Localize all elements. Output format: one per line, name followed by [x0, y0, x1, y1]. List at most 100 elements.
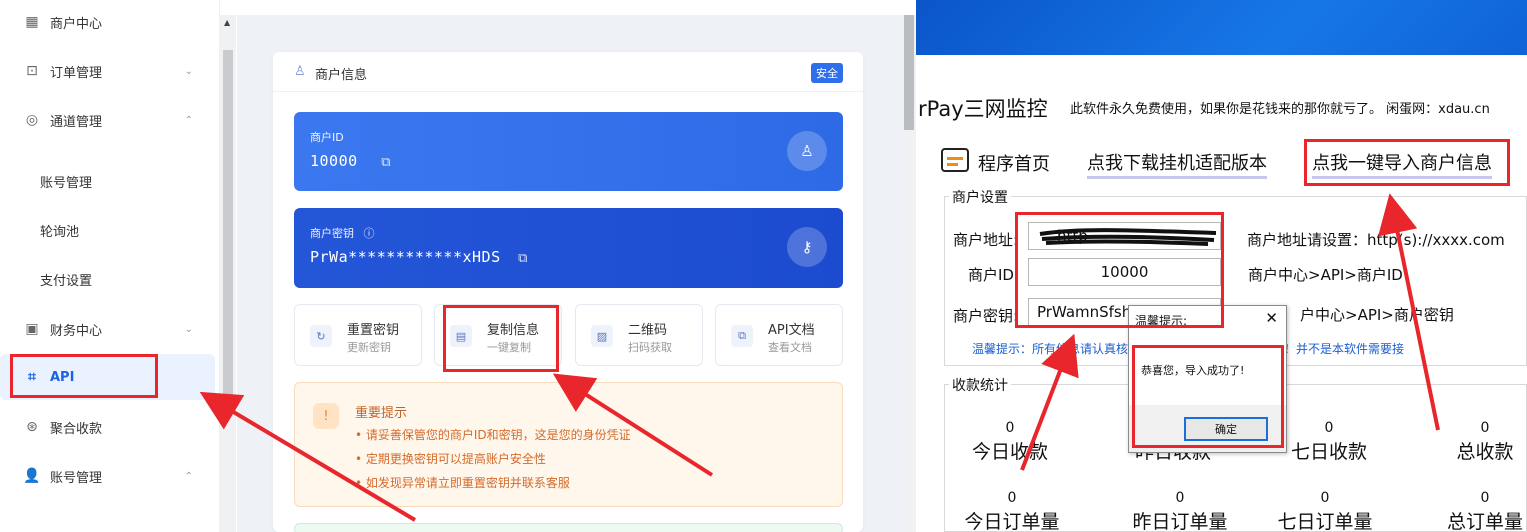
- scroll-up-icon[interactable]: ▲: [224, 18, 230, 27]
- chevron-up-icon: ⌃: [184, 470, 193, 482]
- user-icon: ♙: [294, 64, 306, 79]
- chevron-down-icon: ⌄: [184, 323, 193, 335]
- home-icon[interactable]: [941, 148, 969, 172]
- stat-label: 今日收款: [971, 441, 1048, 463]
- annotation-box-dialog: [1132, 345, 1284, 448]
- merchant-key-label: 商户密钥 ⓘ: [310, 225, 375, 241]
- action-label: API文档: [768, 323, 815, 338]
- content-scrollbar[interactable]: [902, 15, 916, 532]
- sidebar-item-label: 账号管理: [50, 470, 103, 486]
- hint-id: 商户中心>API>商户ID: [1248, 266, 1403, 284]
- sidebar-item-channels[interactable]: ◎ 通道管理 ⌃: [0, 98, 215, 142]
- image-icon: ▨: [591, 325, 613, 347]
- hint-addr: 商户地址请设置：http(s)://xxxx.com: [1247, 231, 1505, 249]
- stat-value: 0: [1005, 420, 1015, 436]
- api-docs-button[interactable]: ⧉ API文档 查看文档: [715, 304, 843, 366]
- bag-icon: ⊡: [26, 63, 38, 79]
- app-title: rPay三网监控: [918, 97, 1048, 121]
- download-link[interactable]: 点我下载挂机适配版本: [1087, 149, 1267, 179]
- channel-icon: ◎: [25, 112, 39, 128]
- group-label: 商户设置: [949, 187, 1011, 207]
- stat-week-orders: 0 七日订单量: [1270, 490, 1380, 532]
- sidebar-item-orders[interactable]: ⊡ 订单管理 ⌄: [0, 49, 215, 93]
- admin-sidebar: ▦ 商户中心 ⊡ 订单管理 ⌄ ◎ 通道管理 ⌃ 账号管理 轮询池 支付设置 ▣…: [0, 0, 220, 532]
- action-label: 二维码: [628, 323, 668, 338]
- sidebar-item-label: 财务中心: [50, 323, 103, 339]
- stat-total-income: 0 总收款: [1430, 420, 1527, 464]
- nav-home[interactable]: 程序首页: [978, 150, 1050, 176]
- merchant-key-label-text: 商户密钥: [310, 227, 354, 240]
- stat-value: 0: [1480, 420, 1490, 436]
- tip-title: 重要提示: [355, 406, 408, 421]
- sidebar-scrollbar[interactable]: ▲: [220, 15, 236, 532]
- merchant-key-value: PrWa************xHDS ⧉: [310, 248, 528, 266]
- merchant-id-box: 商户ID 10000 ⧉ ♙: [294, 112, 843, 191]
- tip-line: • 定期更换密钥可以提高账户安全性: [355, 452, 546, 466]
- stat-value: 0: [1324, 420, 1334, 436]
- key-icon: ⚷: [787, 227, 827, 267]
- top-strip: [220, 0, 916, 15]
- info-icon[interactable]: ⓘ: [364, 227, 375, 240]
- stat-label: 总收款: [1456, 441, 1514, 463]
- annotation-box-api: [10, 354, 158, 398]
- sidebar-item-finance[interactable]: ▣ 财务中心 ⌄: [0, 307, 215, 351]
- merchant-key-box: 商户密钥 ⓘ PrWa************xHDS ⧉ ⚷: [294, 208, 843, 288]
- sidebar-item-label: 商户中心: [50, 16, 103, 32]
- reset-key-button[interactable]: ↻ 重置密钥 更新密钥: [294, 304, 422, 366]
- status-badge: 安全: [811, 63, 843, 83]
- warning-icon: !: [313, 403, 339, 429]
- stat-value: 0: [1480, 490, 1490, 506]
- annotation-box-fields: [1015, 212, 1224, 328]
- hint-key: 户中心>API>商户密钥: [1300, 306, 1454, 324]
- stat-week-income: 0 七日收款: [1274, 420, 1384, 464]
- stat-value: 0: [1007, 490, 1017, 506]
- stat-total-orders: 0 总订单量: [1430, 490, 1527, 532]
- next-card-edge: [294, 523, 843, 532]
- merchant-id-value: 10000 ⧉: [310, 152, 391, 170]
- sidebar-sub-accounts[interactable]: 账号管理: [40, 172, 92, 191]
- stat-label: 今日订单量: [964, 511, 1060, 532]
- copy-icon[interactable]: ⧉: [518, 251, 528, 266]
- docs-icon: ⧉: [731, 325, 753, 347]
- stat-value: 0: [1320, 490, 1330, 506]
- tip-line: • 如发现异常请立即重置密钥并联系客服: [355, 476, 570, 490]
- merchant-id-text: 10000: [310, 152, 358, 170]
- close-icon[interactable]: ✕: [1265, 309, 1278, 327]
- sidebar-item-aggregate[interactable]: ⊛ 聚合收款: [0, 405, 215, 449]
- sidebar-sub-payment-settings[interactable]: 支付设置: [40, 270, 92, 289]
- finance-icon: ▣: [25, 321, 39, 337]
- sidebar-item-account[interactable]: 👤 账号管理 ⌃: [0, 454, 215, 498]
- sidebar-item-merchant-center[interactable]: ▦ 商户中心: [0, 0, 215, 44]
- user-round-icon: ♙: [787, 131, 827, 171]
- user-icon: 👤: [23, 468, 41, 484]
- annotation-box-copy: [443, 305, 559, 372]
- stat-today-income: 0 今日收款: [955, 420, 1065, 464]
- chevron-down-icon: ⌄: [184, 65, 193, 77]
- important-tip-box: ! 重要提示 • 请妥善保管您的商户ID和密钥，这是您的身份凭证 • 定期更换密…: [294, 382, 843, 507]
- screenshot-root: ▦ 商户中心 ⊡ 订单管理 ⌄ ◎ 通道管理 ⌃ 账号管理 轮询池 支付设置 ▣…: [0, 0, 1527, 532]
- grid-icon: ▦: [25, 14, 39, 30]
- stat-label: 昨日订单量: [1132, 511, 1228, 532]
- scrollbar-thumb[interactable]: [223, 50, 233, 410]
- action-sub: 扫码获取: [628, 341, 672, 354]
- qrcode-button[interactable]: ▨ 二维码 扫码获取: [575, 304, 703, 366]
- sidebar-sub-poll-pool[interactable]: 轮询池: [40, 221, 79, 240]
- merchant-key-text: PrWa************xHDS: [310, 248, 501, 266]
- scrollbar-thumb[interactable]: [904, 15, 914, 130]
- chevron-up-icon: ⌃: [184, 114, 193, 126]
- action-label: 重置密钥: [347, 323, 400, 338]
- action-sub: 更新密钥: [347, 341, 391, 354]
- desktop-wallpaper: [916, 0, 1527, 55]
- copy-icon[interactable]: ⧉: [381, 155, 391, 170]
- annotation-box-import: [1304, 139, 1510, 186]
- app-subtitle: 此软件永久免费使用，如果你是花钱来的那你就亏了。 闲蛋网：xdau.cn: [1070, 102, 1490, 117]
- stat-value: 0: [1175, 490, 1185, 506]
- stat-label: 总订单量: [1446, 511, 1523, 532]
- id-label: 商户ID:: [968, 266, 1020, 284]
- sidebar-item-label: 通道管理: [50, 114, 103, 130]
- stat-yesterday-orders: 0 昨日订单量: [1125, 490, 1235, 532]
- card-header: ♙ 商户信息 安全: [273, 52, 863, 92]
- stat-label: 七日收款: [1290, 441, 1367, 463]
- addr-label: 商户地址:: [953, 231, 1019, 249]
- merchant-id-label: 商户ID: [310, 131, 344, 144]
